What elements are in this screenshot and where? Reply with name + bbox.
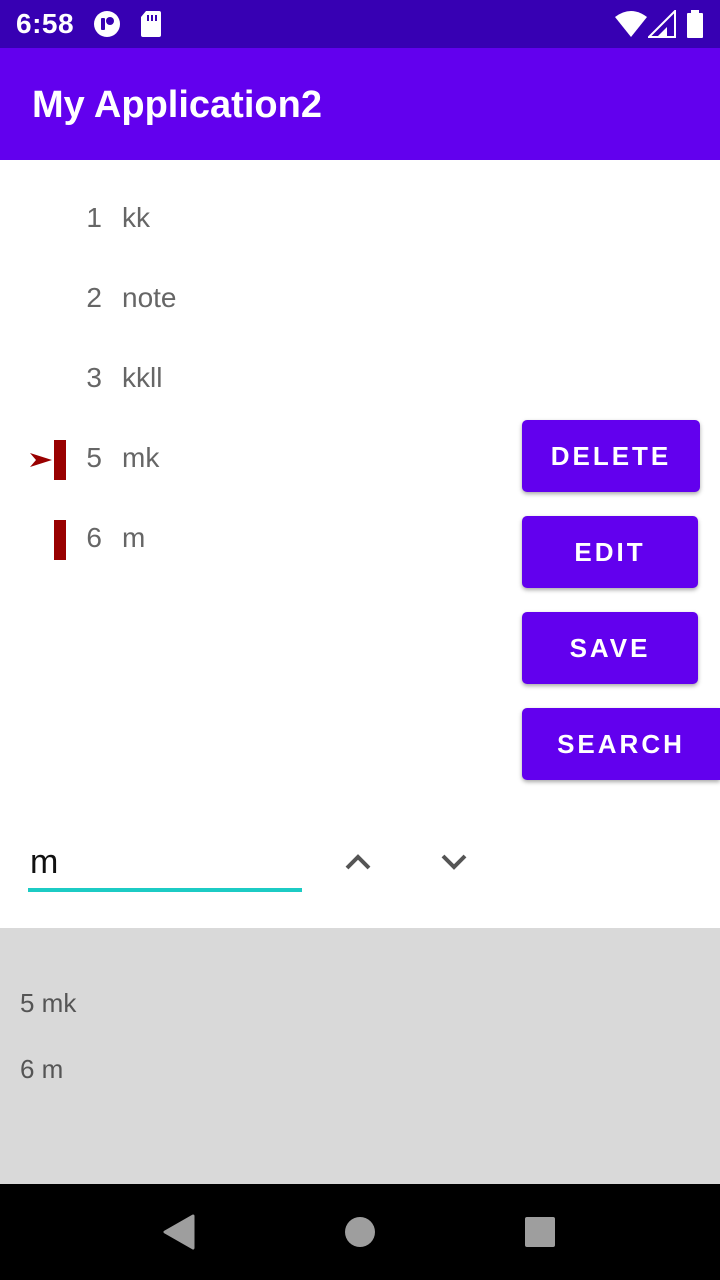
chevron-down-icon[interactable] [434, 842, 474, 882]
list-item-text: mk [122, 442, 160, 473]
list-item[interactable]: 5 mk [0, 420, 500, 500]
screen: 6:58 My Application2 1 kk 2 note 3 kkll … [0, 0, 720, 1280]
search-input[interactable] [28, 836, 302, 892]
sd-card-icon [141, 11, 161, 37]
search-match-marker [54, 440, 66, 480]
list-item-text: kk [122, 202, 150, 233]
list-item-number: 1 [86, 202, 102, 233]
search-result-item[interactable]: 6 m [20, 1054, 63, 1085]
edit-button[interactable]: EDIT [522, 516, 698, 588]
list-item[interactable]: 2 note [0, 260, 500, 340]
battery-icon [687, 10, 703, 38]
search-result-item[interactable]: 5 mk [20, 988, 76, 1019]
chevron-up-icon[interactable] [338, 842, 378, 882]
search-button[interactable]: SEARCH [522, 708, 720, 780]
system-nav-bar [0, 1184, 720, 1280]
status-time: 6:58 [16, 8, 75, 39]
app-title: My Application2 [32, 84, 322, 126]
app-bar: My Application2 [0, 48, 720, 160]
list-item-text: note [122, 282, 177, 313]
back-icon[interactable] [162, 1214, 196, 1250]
home-icon[interactable] [344, 1216, 376, 1248]
app-notification-icon [94, 11, 120, 37]
save-button[interactable]: SAVE [522, 612, 698, 684]
delete-button[interactable]: DELETE [522, 420, 700, 492]
current-pointer-icon [30, 453, 52, 467]
search-results-panel: 5 mk 6 m [0, 928, 720, 1184]
cell-signal-icon [648, 10, 676, 38]
list-item-text: m [122, 522, 146, 553]
list-item-number: 6 [86, 522, 102, 553]
wifi-icon [615, 11, 647, 37]
list-item-number: 3 [86, 362, 102, 393]
list-item[interactable]: 3 kkll [0, 340, 500, 420]
list-item-number: 2 [86, 282, 102, 313]
list-item[interactable]: 6 m [0, 500, 500, 580]
recents-icon[interactable] [524, 1216, 556, 1248]
status-bar: 6:58 [0, 0, 720, 48]
list-item[interactable]: 1 kk [0, 180, 500, 260]
list-item-number: 5 [86, 442, 102, 473]
search-match-marker [54, 520, 66, 560]
list-item-text: kkll [122, 362, 163, 393]
